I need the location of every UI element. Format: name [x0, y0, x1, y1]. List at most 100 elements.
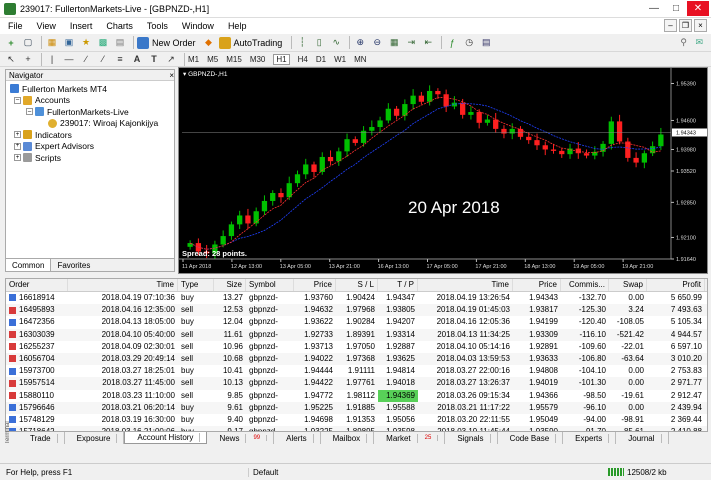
table-row[interactable]: 16303039 2018.04.10 05:40:00 sell 11.61 gbpn… [6, 328, 707, 341]
table-row[interactable]: 15796646 2018.03.21 06:20:14 buy 9.61 gbpnzd… [6, 401, 707, 414]
timeframe-m15[interactable]: M15 [226, 55, 242, 64]
menu-help[interactable]: Help [228, 21, 247, 31]
chat-icon[interactable]: ✉ [695, 37, 703, 48]
menu-view[interactable]: View [37, 21, 56, 31]
expand-icon[interactable]: + [14, 131, 21, 139]
metaeditor-icon[interactable]: ◆ [202, 36, 216, 49]
table-row[interactable]: 16056704 2018.03.29 20:49:14 sell 10.68 gbpn… [6, 352, 707, 366]
column-header[interactable]: Size [214, 279, 246, 291]
tree-item-indicators[interactable]: + Indicators [10, 129, 174, 141]
zoom-in-icon[interactable]: ⊕ [353, 36, 367, 49]
table-row[interactable]: 16495893 2018.04.16 12:35:00 sell 12.53 gbpn… [6, 304, 707, 317]
tab-news[interactable]: News 99 [207, 432, 275, 444]
collapse-icon[interactable]: – [14, 96, 21, 104]
column-header[interactable]: Price [294, 279, 336, 291]
maximize-button[interactable]: □ [665, 1, 687, 16]
cursor-icon[interactable]: ↖ [4, 53, 18, 66]
horizontal-line-icon[interactable]: — [62, 53, 76, 66]
timeframe-mn[interactable]: MN [354, 55, 366, 64]
mdi-restore-button[interactable]: ❐ [679, 19, 692, 32]
chart-shift-icon[interactable]: ⇤ [421, 36, 435, 49]
column-header[interactable]: Price [513, 279, 561, 291]
timeframe-h4[interactable]: H4 [298, 55, 308, 64]
minimize-button[interactable]: — [643, 1, 665, 16]
tab-account-history[interactable]: Account History [124, 432, 208, 444]
arrows-tool-icon[interactable]: ↗ [164, 53, 178, 66]
column-header[interactable]: Time [68, 279, 178, 291]
menu-file[interactable]: File [8, 21, 23, 31]
price-chart[interactable]: ▾ GBPNZD-,H1 1.95390 1.94600 1.93980 1.93520… [179, 68, 708, 274]
market-watch-icon[interactable]: ▦ [45, 36, 59, 49]
tab-alerts[interactable]: Alerts [274, 432, 321, 444]
table-row[interactable]: 15973700 2018.03.27 18:25:01 buy 10.41 gbpnz… [6, 365, 707, 377]
timeframe-m5[interactable]: M5 [207, 55, 218, 64]
table-row[interactable]: 16255237 2018.04.09 02:30:01 sell 10.96 gbpn… [6, 341, 707, 353]
column-header[interactable]: Profit [647, 279, 705, 291]
column-header[interactable]: Swap [609, 279, 647, 291]
strategy-tester-icon[interactable]: ▤ [113, 36, 127, 49]
navigator-close-icon[interactable]: × [169, 71, 174, 80]
timeframe-m30[interactable]: M30 [250, 55, 266, 64]
line-chart-icon[interactable]: ∿ [329, 36, 343, 49]
table-row[interactable]: 15957514 2018.03.27 11:45:00 sell 10.13 gbpn… [6, 377, 707, 390]
column-header[interactable]: Type [178, 279, 214, 291]
column-header[interactable]: S / L [336, 279, 378, 291]
tab-common[interactable]: Common [6, 259, 52, 271]
fibonacci-icon[interactable]: ≡ [113, 53, 127, 66]
expand-icon[interactable]: + [14, 154, 21, 162]
tab-favorites[interactable]: Favorites [51, 259, 96, 271]
column-header[interactable]: Order [6, 279, 68, 291]
column-header[interactable]: Commis... [561, 279, 609, 291]
table-row[interactable]: 15880110 2018.03.23 11:10:00 sell 9.85 gbpnz… [6, 389, 707, 402]
tab-mailbox[interactable]: Mailbox [321, 432, 375, 444]
trendline-icon[interactable]: ∕ [79, 53, 93, 66]
tab-exposure[interactable]: Exposure [65, 432, 125, 444]
terminal-icon[interactable]: ▩ [96, 36, 110, 49]
tab-code-base[interactable]: Code Base [498, 432, 564, 444]
profiles-icon[interactable]: ▢ [21, 36, 35, 49]
table-row[interactable]: 16618914 2018.04.19 07:10:36 buy 13.27 gbpnz… [6, 292, 707, 304]
timeframe-d1[interactable]: D1 [316, 55, 326, 64]
collapse-icon[interactable]: – [26, 108, 33, 116]
autotrading-button[interactable]: AutoTrading [218, 36, 282, 49]
tree-item-expert-advisors[interactable]: + Expert Advisors [10, 141, 174, 153]
tab-journal[interactable]: Journal [616, 432, 669, 444]
indicators-icon[interactable]: ƒ [445, 36, 459, 49]
crosshair-icon[interactable]: + [21, 53, 35, 66]
tab-trade[interactable]: Trade [18, 432, 65, 444]
periods-icon[interactable]: ◷ [462, 36, 476, 49]
expand-icon[interactable]: + [14, 142, 21, 150]
tab-signals[interactable]: Signals [445, 432, 498, 444]
auto-scroll-icon[interactable]: ⇥ [404, 36, 418, 49]
tab-market[interactable]: Market 25 [374, 432, 446, 444]
menu-insert[interactable]: Insert [70, 21, 93, 31]
timeframe-m1[interactable]: M1 [188, 55, 199, 64]
tab-experts[interactable]: Experts [563, 432, 617, 444]
text-tool-icon[interactable]: A [130, 53, 144, 66]
tile-windows-icon[interactable]: ▦ [387, 36, 401, 49]
timeframe-w1[interactable]: W1 [334, 55, 346, 64]
menu-tools[interactable]: Tools [147, 21, 168, 31]
chart-window[interactable]: ▾ GBPNZD-,H1 1.95390 1.94600 1.93980 1.93520… [178, 67, 708, 274]
table-row[interactable]: 15748129 2018.03.19 16:30:00 buy 9.40 gbpnzd… [6, 414, 707, 426]
column-header[interactable]: Time [418, 279, 513, 291]
tree-item-accounts[interactable]: – Accounts [10, 95, 174, 107]
tree-item-scripts[interactable]: + Scripts [10, 152, 174, 164]
new-order-button[interactable]: New Order [137, 36, 196, 49]
candlestick-icon[interactable]: ▯ [312, 36, 326, 49]
timeframe-h1[interactable]: H1 [273, 53, 290, 65]
menu-window[interactable]: Window [182, 21, 214, 31]
navigator-icon[interactable]: ★ [79, 36, 93, 49]
tree-item-server[interactable]: – FullertonMarkets-Live [10, 106, 174, 118]
channel-icon[interactable]: ⁄ [96, 53, 110, 66]
column-header[interactable]: T / P [378, 279, 418, 291]
data-window-icon[interactable]: ▣ [62, 36, 76, 49]
tree-item-account[interactable]: 239017: Wiroaj Kajonkijya [10, 118, 174, 130]
vertical-line-icon[interactable]: | [45, 53, 59, 66]
mdi-minimize-button[interactable]: – [664, 19, 677, 32]
column-header[interactable]: Symbol [246, 279, 294, 291]
label-tool-icon[interactable]: T [147, 53, 161, 66]
tree-item-broker[interactable]: Fullerton Markets MT4 [10, 83, 174, 95]
menu-charts[interactable]: Charts [106, 21, 133, 31]
close-button[interactable]: ✕ [687, 1, 709, 16]
